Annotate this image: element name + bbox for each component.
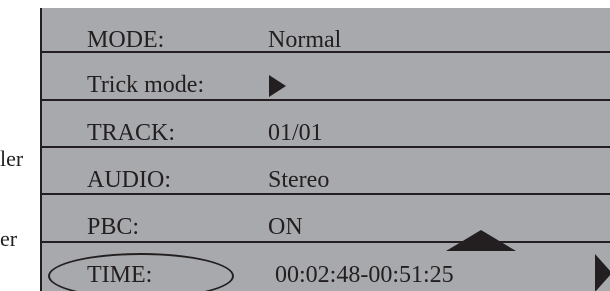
cropped-side-label-2: er <box>0 226 18 251</box>
pbc-label: PBC: <box>87 214 140 240</box>
play-icon[interactable] <box>269 75 286 97</box>
menu-row-audio[interactable]: AUDIO: Stereo <box>42 148 610 195</box>
menu-row-mode[interactable]: MODE: Normal <box>42 8 610 53</box>
track-value: 01/01 <box>268 120 323 146</box>
right-arrow-icon[interactable] <box>595 254 610 291</box>
audio-value: Stereo <box>268 167 330 193</box>
pbc-value: ON <box>268 214 303 240</box>
time-selection-highlight <box>48 253 234 291</box>
menu-row-track[interactable]: TRACK: 01/01 <box>42 101 610 148</box>
time-value: 00:02:48-00:51:25 <box>275 262 454 288</box>
mode-value: Normal <box>268 27 342 53</box>
menu-row-pbc[interactable]: PBC: ON <box>42 195 610 243</box>
cropped-side-label-1: ler <box>0 146 24 171</box>
up-arrow-icon[interactable] <box>446 230 516 251</box>
audio-label: AUDIO: <box>87 167 171 193</box>
track-label: TRACK: <box>87 120 176 146</box>
mode-label: MODE: <box>87 27 165 53</box>
menu-row-trick-mode[interactable]: Trick mode: <box>42 53 610 101</box>
trick-mode-label: Trick mode: <box>87 72 205 98</box>
settings-menu-panel: MODE: Normal Trick mode: TRACK: 01/01 AU… <box>40 8 610 291</box>
